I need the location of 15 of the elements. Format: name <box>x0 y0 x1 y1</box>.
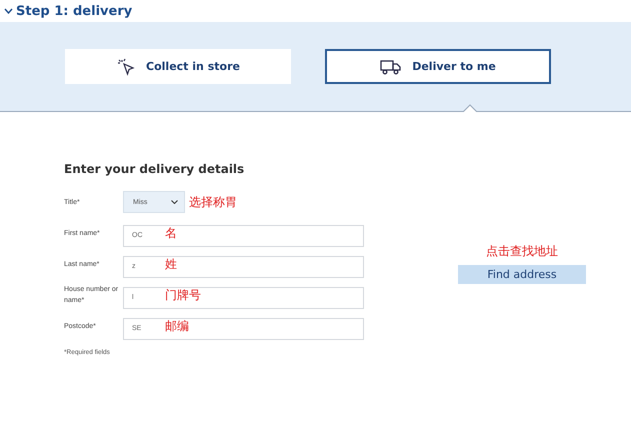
form-heading: Enter your delivery details <box>64 162 246 176</box>
delivery-option[interactable]: Collect in store <box>65 49 291 84</box>
annotation-text: 邮编 <box>165 318 189 334</box>
annotation-text: 姓 <box>165 256 177 272</box>
truck-icon <box>380 58 402 74</box>
delivery-option[interactable]: Deliver to me <box>325 49 551 84</box>
section-title: Step 1: delivery <box>16 4 132 18</box>
annotation-text: 选择称胃 <box>189 194 237 210</box>
cursor-icon <box>116 56 136 76</box>
caret-icon <box>171 200 178 204</box>
find-address-button[interactable]: Find address <box>458 265 586 284</box>
chevron-icon[interactable] <box>4 8 13 14</box>
annotation-text: 门牌号 <box>165 286 201 304</box>
annotation-text: 名 <box>165 224 177 242</box>
annotation-text: 点击查找地址 <box>486 243 558 260</box>
